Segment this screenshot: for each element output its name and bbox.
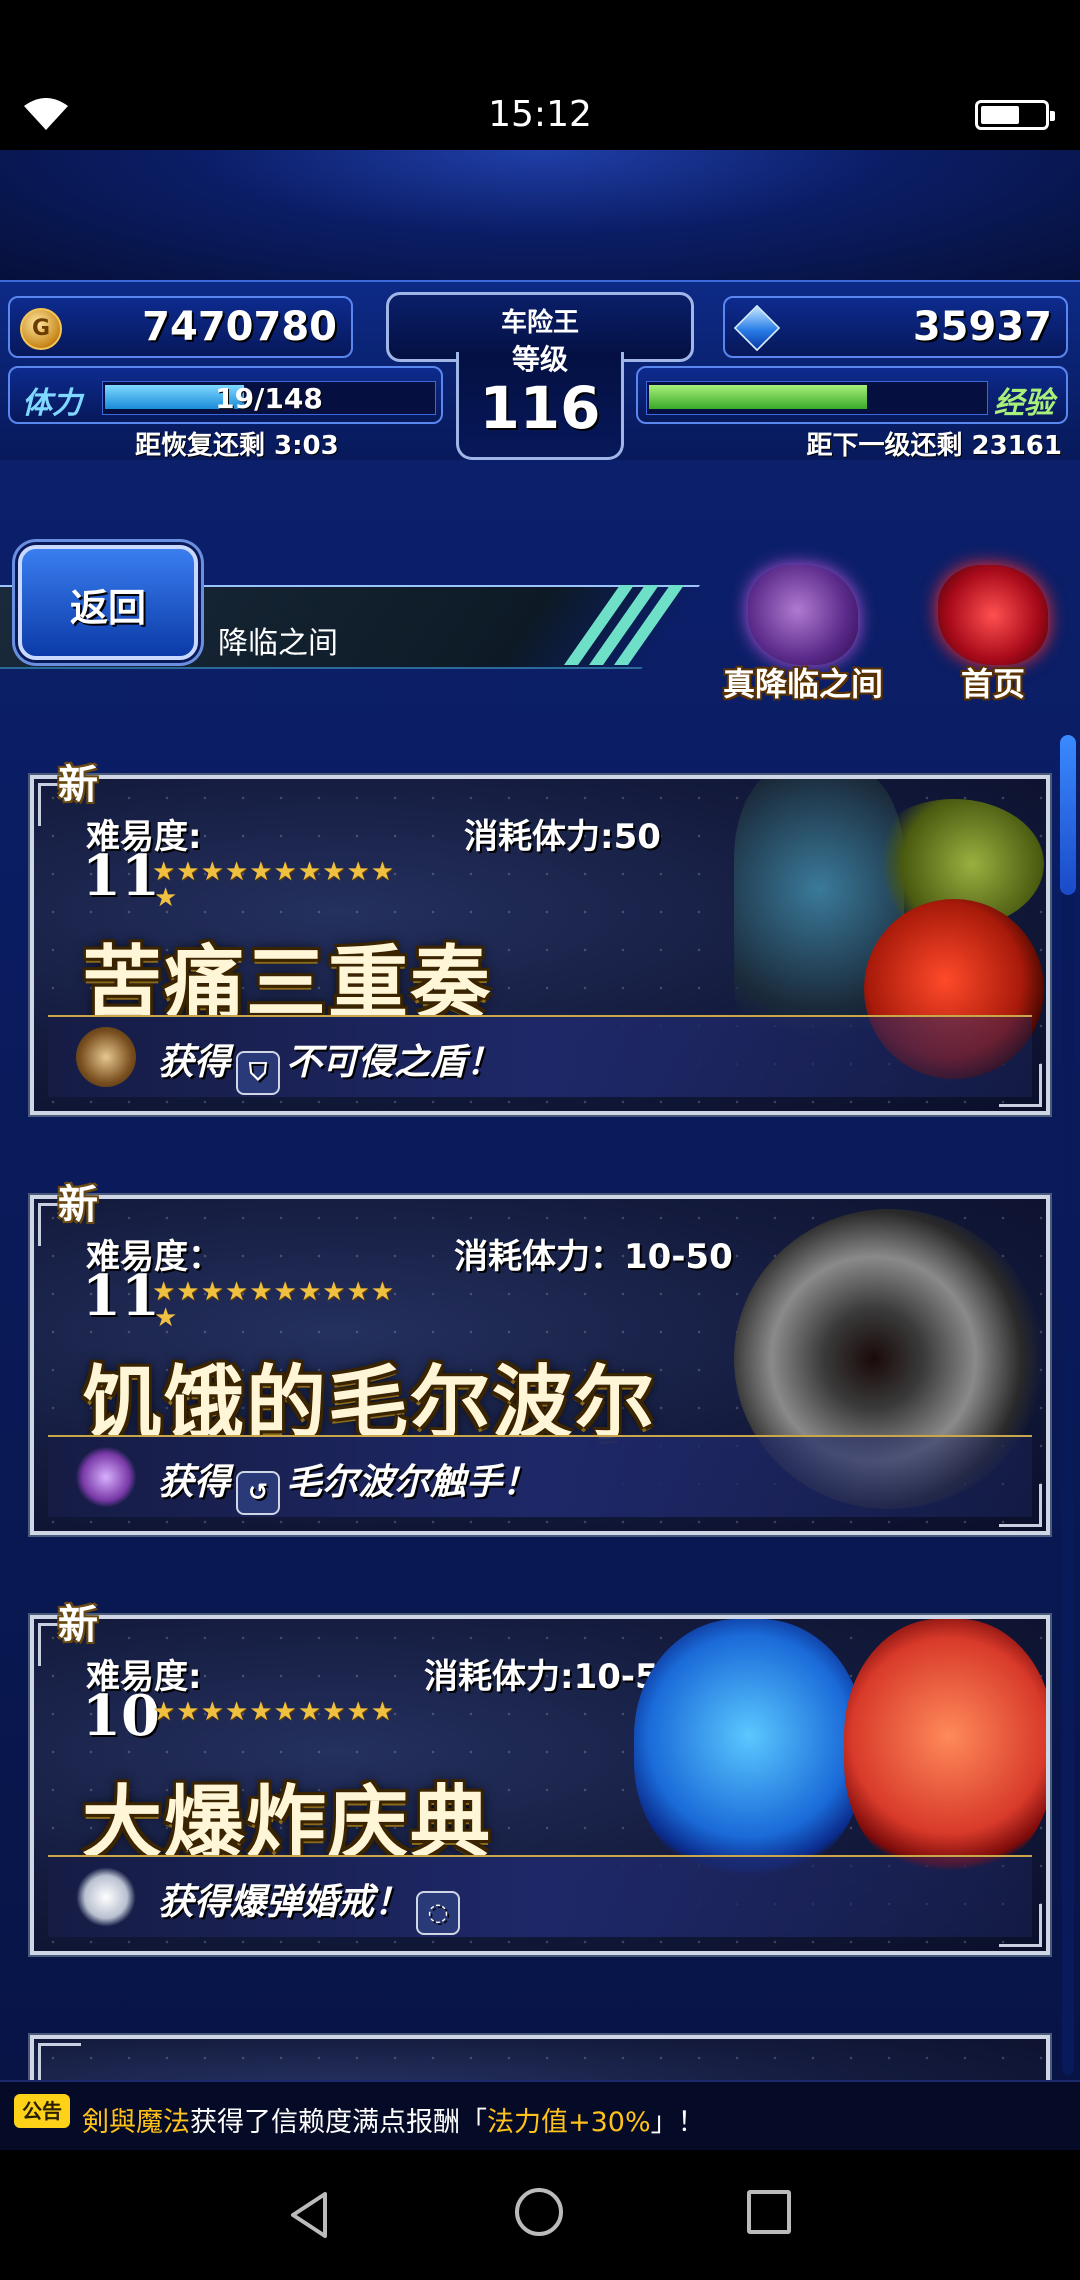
- true-vortex-label: 真降临之间: [722, 665, 883, 703]
- gil-panel: G 7470780: [8, 296, 353, 358]
- difficulty-value: 11: [82, 1263, 160, 1329]
- new-badge: 新: [58, 762, 98, 808]
- exp-label: 经验: [994, 386, 1054, 421]
- ring-icon: [76, 1867, 136, 1927]
- home-label: 首页: [960, 665, 1025, 703]
- reward-text: 获得 ↺ 毛尔波尔触手！: [158, 1453, 538, 1515]
- home-button[interactable]: 首页: [918, 555, 1068, 705]
- true-vortex-button[interactable]: 真降临之间: [723, 555, 883, 705]
- reward-bar: 获得 ↺ 毛尔波尔触手！: [48, 1435, 1032, 1517]
- difficulty-stars: ★★★★★★★★★★: [152, 1697, 396, 1727]
- lapis-gem-icon: [733, 304, 781, 352]
- difficulty-value: 11: [82, 843, 160, 909]
- difficulty-star-extra: ★: [154, 1303, 178, 1333]
- level-box: 车险王 等级 116: [372, 288, 708, 460]
- gil-coin-icon: G: [20, 308, 62, 350]
- reward-text: 获得 ⛉ 不可侵之盾！: [158, 1033, 502, 1095]
- stamina-cost: 消耗体力：10-50: [454, 1237, 733, 1277]
- reward-text: 获得爆弹婚戒！ ◌: [158, 1873, 466, 1935]
- difficulty-stars: ★★★★★★★★★★: [152, 1277, 396, 1307]
- stamina-label: 体力: [22, 386, 82, 421]
- top-background: [0, 150, 1080, 280]
- whip-icon: ↺: [236, 1471, 281, 1515]
- new-badge: 新: [58, 1182, 98, 1228]
- boss-art-ice-bomb: [634, 1619, 864, 1879]
- level-label: 等级: [511, 343, 568, 376]
- battery-icon: [975, 100, 1055, 130]
- back-triangle-icon[interactable]: [285, 2190, 335, 2240]
- recents-square-icon[interactable]: [747, 2190, 791, 2234]
- announcement-badge: 公告: [14, 2094, 70, 2128]
- back-button[interactable]: 返回: [18, 545, 198, 660]
- status-time: 15:12: [488, 94, 592, 135]
- page-title: 降临之间: [218, 626, 338, 661]
- status-bar: 15:12: [0, 0, 1080, 150]
- home-circle-icon[interactable]: [515, 2188, 563, 2236]
- lapis-panel[interactable]: 35937: [723, 296, 1068, 358]
- lapis-amount: 35937: [912, 304, 1052, 350]
- stamina-recover-timer: 距恢复还剩 3:03: [135, 431, 339, 461]
- difficulty-value: 10: [82, 1683, 160, 1749]
- boss-art-fire-bomb: [844, 1619, 1046, 1879]
- player-header: G 7470780 35937 体力 19/148 经验 距恢复还剩 3:03 …: [0, 280, 1080, 470]
- stamina-cost: 消耗体力:50: [464, 817, 661, 857]
- level-number: 116: [479, 374, 601, 442]
- reward-bar: 获得 ⛉ 不可侵之盾！: [48, 1015, 1032, 1097]
- player-name: 车险王: [500, 308, 579, 338]
- exp-next-level: 距下一级还剩 23161: [806, 431, 1062, 461]
- announcement-text: 剣與魔法获得了信赖度满点报酬「法力值+30%」！: [82, 2107, 705, 2138]
- gil-amount: 7470780: [142, 304, 337, 350]
- reward-bar: 获得爆弹婚戒！ ◌: [48, 1855, 1032, 1937]
- announcement-ticker[interactable]: 公告 剣與魔法获得了信赖度满点报酬「法力值+30%」！: [0, 2080, 1080, 2152]
- scrollbar-thumb[interactable]: [1060, 735, 1076, 895]
- system-nav-bar: [0, 2150, 1080, 2280]
- tentacle-whip-icon: [76, 1447, 136, 1507]
- event-card[interactable]: 难易度： 消耗体力：10-50 11 ★★★★★★★★★★ ★ 饥饿的毛尔波尔 …: [28, 1193, 1052, 1537]
- event-card[interactable]: 难易度: 消耗体力:10-50 10 ★★★★★★★★★★ 大爆炸庆典 获得爆弹…: [28, 1613, 1052, 1957]
- home-crossed-swords-icon: [938, 565, 1048, 665]
- back-button-label: 返回: [69, 586, 146, 630]
- difficulty-star-extra: ★: [154, 883, 178, 913]
- shield-skull-icon: [76, 1027, 136, 1087]
- difficulty-stars: ★★★★★★★★★★: [152, 857, 396, 887]
- true-vortex-icon: [748, 565, 858, 665]
- shield-icon: ⛉: [236, 1051, 281, 1095]
- scrollbar-track[interactable]: [1062, 735, 1074, 2075]
- ring-badge-icon: ◌: [416, 1891, 461, 1935]
- event-card[interactable]: 难易度: 消耗体力:50 11 ★★★★★★★★★★ ★ 苦痛三重奏 获得 ⛉ 不可…: [28, 773, 1052, 1117]
- new-badge: 新: [58, 1602, 98, 1648]
